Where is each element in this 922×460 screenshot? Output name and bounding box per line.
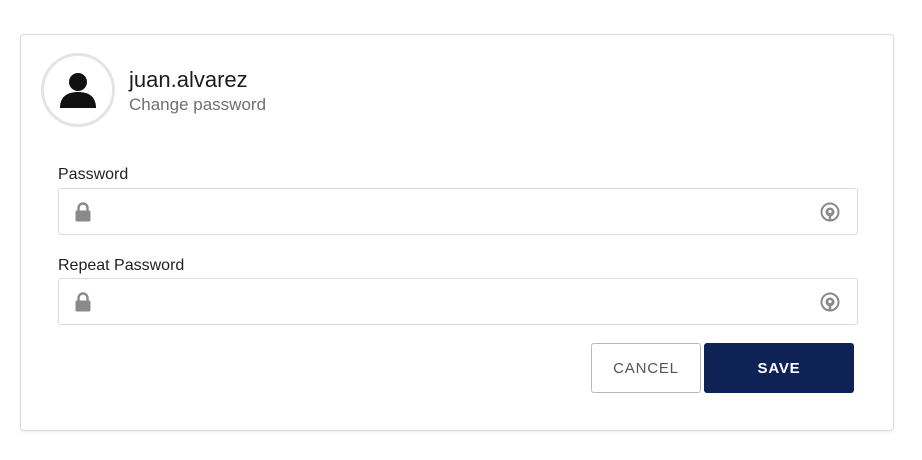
repeat-password-input[interactable]	[103, 279, 803, 324]
password-input[interactable]	[103, 189, 803, 234]
password-label: Password	[58, 166, 129, 183]
save-button[interactable]: SAVE	[704, 343, 854, 393]
page-subtitle: Change password	[129, 95, 267, 114]
repeat-password-field[interactable]	[58, 278, 858, 325]
reveal-password-icon[interactable]	[819, 201, 841, 223]
username: juan.alvarez	[129, 67, 248, 92]
lock-icon	[75, 292, 91, 312]
change-password-card: juan.alvarez Change password Password Re…	[20, 34, 894, 431]
reveal-password-icon[interactable]	[819, 291, 841, 313]
password-field[interactable]	[58, 188, 858, 235]
repeat-password-label: Repeat Password	[58, 257, 185, 274]
user-silhouette-icon	[60, 73, 96, 108]
user-info: juan.alvarez Change password	[129, 67, 266, 116]
lock-icon	[75, 202, 91, 222]
avatar	[41, 53, 115, 127]
cancel-button[interactable]: CANCEL	[591, 343, 701, 393]
